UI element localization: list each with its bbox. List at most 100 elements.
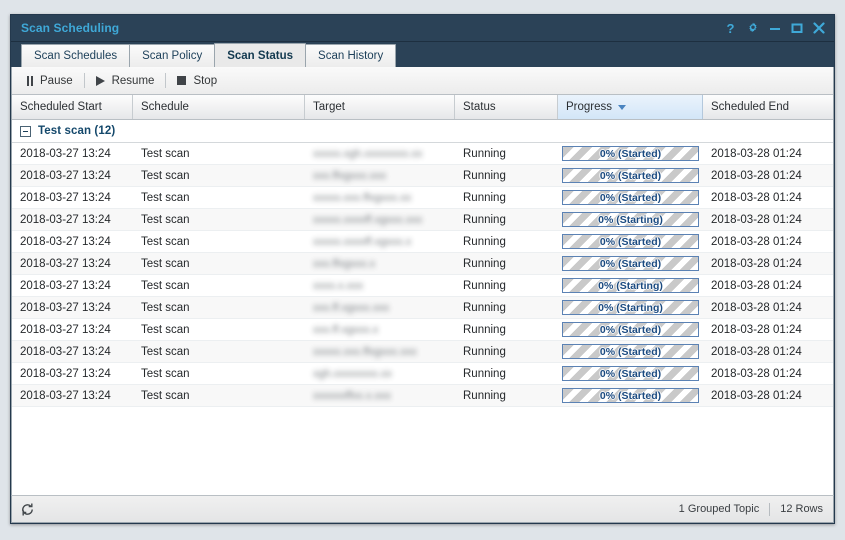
cell-status: Running [463, 191, 506, 204]
cell-progress: 0% (Started) [558, 143, 703, 164]
minimize-icon[interactable] [768, 21, 781, 35]
cell-schedule: Test scan [141, 323, 190, 336]
cell-schedule: Test scan [141, 213, 190, 226]
cell-scheduled_end: 2018-03-28 01:24 [711, 257, 802, 270]
scan-status-grid: Scheduled Start Schedule Target Status Progr… [12, 95, 833, 495]
progress-bar: 0% (Started) [562, 256, 699, 271]
grid-rows: 2018-03-27 13:24 Test scan xxxxx.xgh.xxxxx… [12, 143, 833, 407]
grouped-topic-count: 1 Grouped Topic [678, 503, 760, 515]
cell-target: xxxxx.xxx.ffxgxxx.xx [305, 187, 455, 208]
cell-target: xgh.xxxxxxxx.xx [305, 363, 455, 384]
stop-button-label: Stop [193, 74, 218, 87]
cell-schedule: Test scan [141, 191, 190, 204]
table-row[interactable]: 2018-03-27 13:24 Test scan xxxxx.xgh.xxxxx… [12, 143, 833, 165]
scan-scheduling-window: Scan Scheduling ? Scan Schedules Scan Po… [10, 14, 835, 524]
cell-status: Running [463, 323, 506, 336]
progress-bar: 0% (Started) [562, 146, 699, 161]
cell-scheduled_end: 2018-03-28 01:24 [711, 323, 802, 336]
help-icon[interactable]: ? [724, 21, 737, 35]
redacted-target-text: xxxxx.xxxxff.xgxxx.xxx [313, 213, 423, 226]
cell-scheduled_end: 2018-03-28 01:24 [711, 169, 802, 182]
tab-scan-schedules[interactable]: Scan Schedules [21, 44, 131, 67]
cell-progress: 0% (Started) [558, 385, 703, 406]
cell-scheduled_end: 2018-03-28 01:24 [711, 235, 802, 248]
toolbar-separator [83, 73, 85, 88]
cell-status: Running [463, 279, 506, 292]
maximize-icon[interactable] [790, 21, 803, 35]
pause-button[interactable]: Pause [18, 70, 82, 91]
window-title: Scan Scheduling [21, 21, 120, 35]
resume-button[interactable]: Resume [87, 70, 164, 91]
group-header-label: Test scan (12) [38, 125, 116, 137]
table-row[interactable]: 2018-03-27 13:24 Test scan xxx.ff.xgxxx.x R… [12, 319, 833, 341]
tab-bar: Scan Schedules Scan Policy Scan Status S… [11, 42, 834, 67]
table-row[interactable]: 2018-03-27 13:24 Test scan xxxxx.xxxxff.xg… [12, 209, 833, 231]
table-row[interactable]: 2018-03-27 13:24 Test scan xxxxx.xxx.ffxgx… [12, 341, 833, 363]
group-header-row[interactable]: Test scan (12) [12, 120, 833, 143]
scan-status-panel: Pause Resume Stop Scheduled Start Schedul… [11, 67, 834, 495]
redacted-target-text: xxx.ff.xgxxx.xxx [313, 301, 390, 314]
progress-bar: 0% (Started) [562, 190, 699, 205]
stop-button[interactable]: Stop [168, 70, 226, 91]
cell-progress: 0% (Started) [558, 319, 703, 340]
progress-bar: 0% (Starting) [562, 278, 699, 293]
progress-bar: 0% (Started) [562, 322, 699, 337]
cell-progress: 0% (Started) [558, 187, 703, 208]
cell-scheduled_start: 2018-03-27 13:24 [20, 367, 111, 380]
table-row[interactable]: 2018-03-27 13:24 Test scan xxxx.x.xxx Runni… [12, 275, 833, 297]
column-header-status[interactable]: Status [455, 95, 558, 119]
cell-scheduled_start: 2018-03-27 13:24 [20, 235, 111, 248]
cell-target: xxxx.x.xxx [305, 275, 455, 296]
row-count: 12 Rows [780, 503, 823, 515]
cell-scheduled_end: 2018-03-28 01:24 [711, 301, 802, 314]
refresh-icon[interactable] [20, 502, 35, 517]
cell-status: Running [463, 147, 506, 160]
cell-scheduled_start: 2018-03-27 13:24 [20, 323, 111, 336]
close-icon[interactable] [812, 21, 825, 35]
column-header-scheduled_start[interactable]: Scheduled Start [12, 95, 133, 119]
gear-icon[interactable] [746, 21, 759, 35]
column-header-schedule[interactable]: Schedule [133, 95, 305, 119]
cell-progress: 0% (Started) [558, 253, 703, 274]
redacted-target-text: xxxxx.xxxxff.xgxxx.x [313, 235, 412, 248]
cell-scheduled_start: 2018-03-27 13:24 [20, 147, 111, 160]
cell-scheduled_end: 2018-03-28 01:24 [711, 213, 802, 226]
redacted-target-text: xgh.xxxxxxxx.xx [313, 367, 392, 380]
cell-progress: 0% (Started) [558, 341, 703, 362]
redacted-target-text: xxx.ffxgxxx.x [313, 257, 376, 270]
tab-scan-status[interactable]: Scan Status [214, 43, 307, 67]
column-header-progress[interactable]: Progress [558, 95, 703, 119]
column-header-label: Target [313, 101, 345, 113]
table-row[interactable]: 2018-03-27 13:24 Test scan xxx.ffxgxxx.x Ru… [12, 253, 833, 275]
progress-bar: 0% (Started) [562, 234, 699, 249]
resume-button-label: Resume [111, 74, 155, 87]
collapse-group-icon[interactable] [20, 125, 31, 137]
cell-target: xxx.ff.xgxxx.x [305, 319, 455, 340]
column-header-target[interactable]: Target [305, 95, 455, 119]
progress-bar-label: 0% (Started) [599, 169, 662, 182]
tab-scan-policy[interactable]: Scan Policy [129, 44, 216, 67]
cell-scheduled_start: 2018-03-27 13:24 [20, 389, 111, 402]
cell-schedule: Test scan [141, 147, 190, 160]
tab-scan-history[interactable]: Scan History [305, 44, 397, 67]
redacted-target-text: xxxxxxffxx.x.xxx [313, 389, 392, 402]
column-header-scheduled_end[interactable]: Scheduled End [703, 95, 833, 119]
cell-scheduled_end: 2018-03-28 01:24 [711, 345, 802, 358]
cell-status: Running [463, 213, 506, 226]
cell-schedule: Test scan [141, 279, 190, 292]
cell-progress: 0% (Starting) [558, 209, 703, 230]
table-row[interactable]: 2018-03-27 13:24 Test scan xxxxx.xxx.ffxgx… [12, 187, 833, 209]
window-titlebar: Scan Scheduling ? [11, 15, 834, 42]
table-row[interactable]: 2018-03-27 13:24 Test scan xxx.ffxgxxx.xxx… [12, 165, 833, 187]
table-row[interactable]: 2018-03-27 13:24 Test scan xxx.ff.xgxxx.xx… [12, 297, 833, 319]
cell-target: xxx.ff.xgxxx.xxx [305, 297, 455, 318]
column-header-label: Progress [566, 101, 613, 113]
cell-scheduled_start: 2018-03-27 13:24 [20, 213, 111, 226]
progress-bar: 0% (Starting) [562, 300, 699, 315]
progress-bar-label: 0% (Started) [599, 367, 662, 380]
table-row[interactable]: 2018-03-27 13:24 Test scan xxxxx.xxxxff.xg… [12, 231, 833, 253]
cell-status: Running [463, 367, 506, 380]
table-row[interactable]: 2018-03-27 13:24 Test scan xgh.xxxxxxxx.xx… [12, 363, 833, 385]
table-row[interactable]: 2018-03-27 13:24 Test scan xxxxxxffxx.x.xx… [12, 385, 833, 407]
play-icon [95, 75, 105, 86]
